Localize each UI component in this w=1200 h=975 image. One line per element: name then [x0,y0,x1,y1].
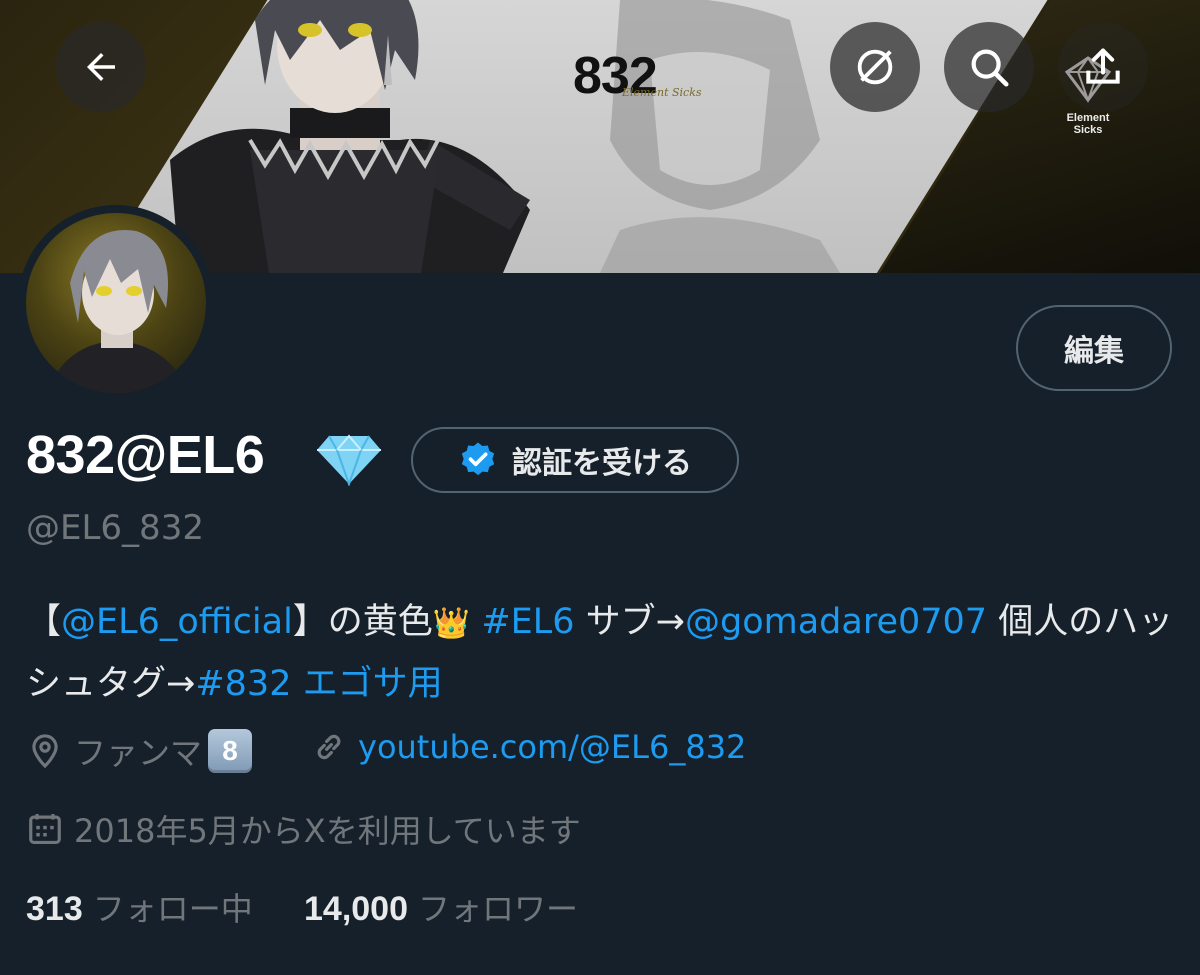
gem-icon [317,434,381,486]
profile-avatar[interactable] [18,205,214,401]
website-link[interactable]: youtube.com/@EL6_832 [358,728,746,766]
banner-character [170,0,530,273]
keycap-eight-icon: 8 [208,729,253,773]
profile-website[interactable]: youtube.com/@EL6_832 [310,728,746,766]
user-handle: @EL6_832 [26,508,204,548]
slashed-circle-icon [857,49,893,85]
link-icon [317,734,341,760]
following-link[interactable]: 313 フォロー中 [26,884,253,930]
arrow-left-icon [87,53,115,81]
display-name: 832@EL6 [26,425,265,485]
join-date-text: 2018年5月からXを利用しています [74,812,581,850]
get-verified-button[interactable]: 認証を受ける [411,427,739,493]
share-upload-icon [1086,48,1120,84]
bio-text: 【 [26,602,62,642]
banner-subtitle: Element Sicks [622,86,702,99]
search-button[interactable] [944,22,1034,112]
followers-link[interactable]: 14,000 フォロワー [304,884,578,930]
crown-icon: 👑 [432,606,471,641]
back-button[interactable] [56,22,146,112]
bio-hashtag-el6[interactable]: #EL6 [481,602,574,642]
profile-location: ファンマ 8 [26,728,253,774]
location-text: ファンマ [74,734,203,772]
followers-count: 14,000 [304,890,408,928]
following-count: 313 [26,890,83,928]
avatar-character [46,230,191,393]
bio-mention-official[interactable]: @EL6_official [61,602,293,642]
search-icon [971,49,1009,87]
get-verified-label: 認証を受ける [512,446,692,481]
edit-profile-button[interactable]: 編集 [1016,305,1172,391]
grok-button[interactable] [830,22,920,112]
bio-hashtag-egosa[interactable]: エゴサ用 [291,664,443,704]
share-button[interactable] [1058,22,1148,112]
brand-logo-text: Element Sicks [1066,112,1110,136]
bio-mention-gomadare[interactable]: @gomadare0707 [685,602,987,642]
followers-label: フォロワー [418,890,579,928]
calendar-icon [29,813,61,845]
location-pin-icon [32,734,58,769]
bio-text: サブ→ [574,602,685,642]
verified-badge-icon [461,442,495,476]
profile-bio: 【@EL6_official】の黄色👑 #EL6 サブ→@gomadare070… [26,592,1176,714]
avatar-image [26,213,206,393]
bio-hashtag-832[interactable]: #832 [195,664,291,704]
following-label: フォロー中 [92,890,253,928]
profile-join-date: 2018年5月からXを利用しています [26,806,581,852]
bio-text: 】の黄色 [292,602,433,642]
banner-character-faded [600,0,840,273]
